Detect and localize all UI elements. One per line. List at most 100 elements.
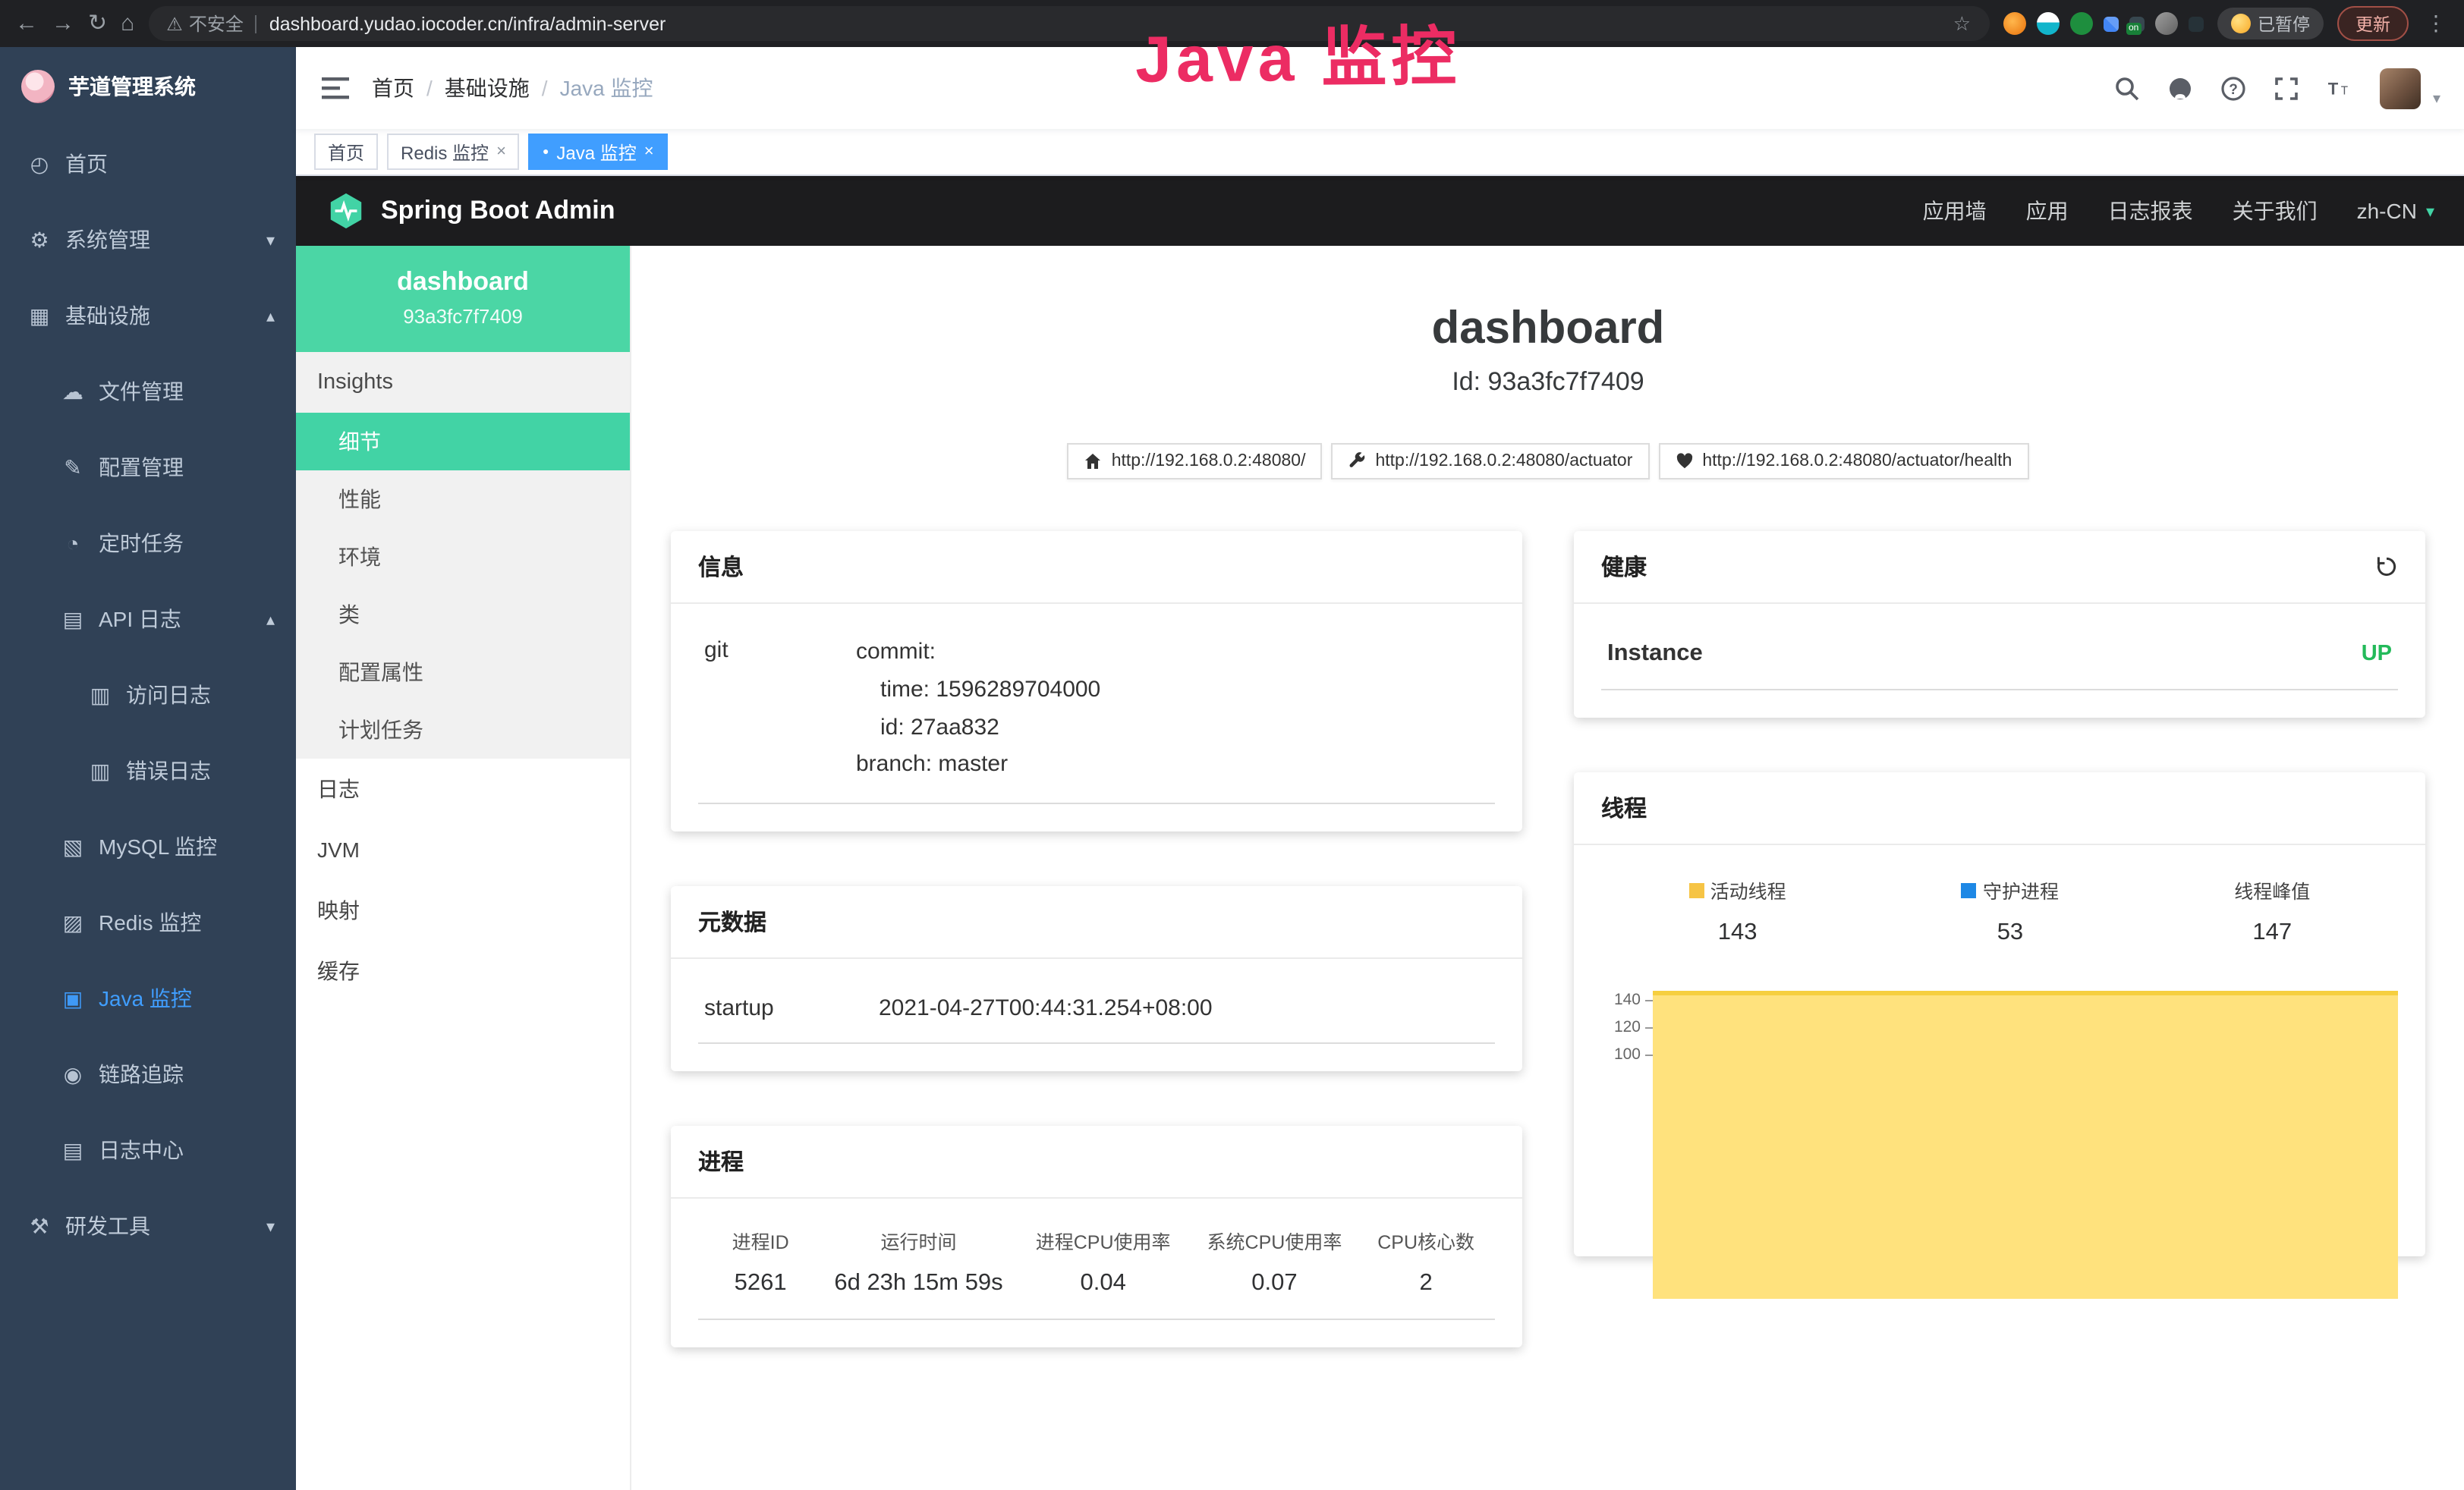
sba-link-journal[interactable]: 日志报表 xyxy=(2108,196,2193,226)
github-icon[interactable] xyxy=(2167,75,2193,101)
sidebar-item-tracing[interactable]: ◉ 链路追踪 xyxy=(0,1036,296,1112)
menu-item-config-props[interactable]: 配置属性 xyxy=(296,643,630,701)
page-subtitle: Id: 93a3fc7f7409 xyxy=(671,367,2425,398)
url-text: dashboard.yudao.iocoder.cn/infra/admin-s… xyxy=(269,13,1941,34)
browser-chrome: ← → ↻ ⌂ ⚠ 不安全 dashboard.yudao.iocoder.cn… xyxy=(0,0,2464,47)
legend-square-yellow xyxy=(1689,882,1704,897)
sba-link-applications[interactable]: 应用 xyxy=(2026,196,2069,226)
user-avatar[interactable] xyxy=(2380,68,2421,108)
health-instance-row: Instance UP xyxy=(1601,628,2398,690)
extension-pin-icon[interactable] xyxy=(2188,16,2203,31)
extensions-area: on xyxy=(2003,12,2203,35)
sba-content: dashboard Id: 93a3fc7f7409 http://192.16… xyxy=(631,246,2464,1490)
gear-icon: ⚙ xyxy=(27,227,52,253)
extension-fox-icon[interactable] xyxy=(2003,12,2025,35)
app-logo[interactable]: 芋道管理系统 xyxy=(0,47,296,126)
sidebar-item-dev-tools[interactable]: ⚒ 研发工具 ▾ xyxy=(0,1188,296,1264)
close-icon[interactable]: × xyxy=(644,143,654,161)
sidebar-item-mysql[interactable]: ▧ MySQL 监控 xyxy=(0,809,296,885)
extension-leaf-icon[interactable] xyxy=(2154,12,2177,35)
threads-card: 线程 活动线程 1 xyxy=(1574,772,2425,1256)
instance-name: dashboard xyxy=(311,267,615,297)
bookmark-star-icon[interactable]: ☆ xyxy=(1953,11,1971,36)
sba-link-about[interactable]: 关于我们 xyxy=(2233,196,2318,226)
sidebar-item-java[interactable]: ▣ Java 监控 xyxy=(0,960,296,1036)
reload-button[interactable]: ↻ xyxy=(88,12,107,35)
sidebar-item-api-log[interactable]: ▤ API 日志 ▴ xyxy=(0,581,296,657)
info-card-title: 信息 xyxy=(698,551,744,583)
service-url-link[interactable]: http://192.168.0.2:48080/ xyxy=(1068,443,1323,479)
sidebar-item-redis[interactable]: ▨ Redis 监控 xyxy=(0,885,296,960)
omnibox-divider xyxy=(256,14,257,33)
extension-grid-icon[interactable] xyxy=(2103,16,2118,31)
sidebar-item-access-log[interactable]: ▥ 访问日志 xyxy=(0,657,296,733)
page-title: dashboard xyxy=(671,303,2425,355)
sidebar-item-infra[interactable]: ▦ 基础设施 ▴ xyxy=(0,278,296,354)
instance-links: http://192.168.0.2:48080/ http://192.168… xyxy=(671,443,2425,479)
menu-item-mappings[interactable]: 映射 xyxy=(296,880,630,941)
history-icon[interactable] xyxy=(2375,555,2398,578)
sidebar-item-system[interactable]: ⚙ 系统管理 ▾ xyxy=(0,202,296,278)
menu-item-classes[interactable]: 类 xyxy=(296,586,630,643)
profile-paused-badge[interactable]: 已暂停 xyxy=(2217,8,2324,39)
sba-locale-select[interactable]: zh-CN ▾ xyxy=(2357,199,2434,223)
profile-face-icon xyxy=(2230,14,2250,33)
forward-button[interactable]: → xyxy=(52,12,74,35)
sidebar-toggle-icon[interactable] xyxy=(320,73,351,103)
topbar-actions: ? T T ▾ xyxy=(2114,68,2440,108)
menu-item-logs[interactable]: 日志 xyxy=(296,759,630,819)
breadcrumb-current: Java 监控 xyxy=(560,73,653,103)
tab-redis-monitor[interactable]: Redis 监控 × xyxy=(387,134,520,170)
sidebar-item-home[interactable]: ◴ 首页 xyxy=(0,126,296,202)
help-icon[interactable]: ? xyxy=(2220,75,2246,101)
sba-navbar: Spring Boot Admin 应用墙 应用 日志报表 关于我们 zh-CN… xyxy=(296,176,2464,246)
address-bar[interactable]: ⚠ 不安全 dashboard.yudao.iocoder.cn/infra/a… xyxy=(148,6,1989,41)
info-card: 信息 git commit: time: 1596289704000 id: 2 xyxy=(671,531,1522,831)
close-icon[interactable]: × xyxy=(496,143,506,161)
monitor-icon: ▣ xyxy=(61,985,85,1011)
menu-item-scheduled-tasks[interactable]: 计划任务 xyxy=(296,701,630,759)
security-warning[interactable]: ⚠ 不安全 xyxy=(166,11,244,36)
extension-dark-icon[interactable]: on xyxy=(2129,16,2144,31)
menu-item-metrics[interactable]: 性能 xyxy=(296,470,630,528)
back-button[interactable]: ← xyxy=(15,12,38,35)
sba-sidebar: dashboard 93a3fc7f7409 Insights 细节 性能 环境… xyxy=(296,246,631,1490)
font-size-icon[interactable]: T T xyxy=(2327,75,2352,101)
search-icon[interactable] xyxy=(2114,75,2140,101)
app-title: 芋道管理系统 xyxy=(68,71,196,102)
sidebar-item-files[interactable]: ☁ 文件管理 xyxy=(0,354,296,429)
tab-java-monitor[interactable]: ● Java 监控 × xyxy=(529,134,668,170)
menu-item-jvm[interactable]: JVM xyxy=(296,819,630,880)
metadata-row: startup 2021-04-27T00:44:31.254+08:00 xyxy=(698,983,1495,1044)
health-card: 健康 Instance UP xyxy=(1574,531,2425,718)
breadcrumb-home[interactable]: 首页 xyxy=(372,73,414,103)
chrome-update-button[interactable]: 更新 xyxy=(2337,6,2409,41)
health-heart-icon xyxy=(1675,452,1693,470)
home-button[interactable]: ⌂ xyxy=(121,12,134,35)
sba-brand[interactable]: Spring Boot Admin xyxy=(326,191,615,231)
extension-drop-icon[interactable] xyxy=(2036,12,2059,35)
threads-card-title: 线程 xyxy=(1601,792,1647,824)
browser-menu-icon[interactable]: ⋮ xyxy=(2422,11,2450,36)
chart-plot-area xyxy=(1653,986,2398,1229)
actuator-url-link[interactable]: http://192.168.0.2:48080/actuator xyxy=(1331,443,1649,479)
health-url-link[interactable]: http://192.168.0.2:48080/actuator/health xyxy=(1658,443,2028,479)
browser-window: ← → ↻ ⌂ ⚠ 不安全 dashboard.yudao.iocoder.cn… xyxy=(0,0,2464,1490)
tab-home[interactable]: 首页 xyxy=(314,134,378,170)
sidebar-item-jobs[interactable]: ◔ 定时任务 xyxy=(0,505,296,581)
process-card-title: 进程 xyxy=(698,1146,744,1177)
sidebar-item-config[interactable]: ✎ 配置管理 xyxy=(0,429,296,505)
menu-item-details[interactable]: 细节 xyxy=(296,413,630,470)
menu-item-caches[interactable]: 缓存 xyxy=(296,941,630,1001)
document-icon: ▥ xyxy=(88,682,112,708)
warning-icon: ⚠ xyxy=(166,13,183,34)
fullscreen-icon[interactable] xyxy=(2274,75,2299,101)
extension-v-icon[interactable] xyxy=(2069,12,2092,35)
breadcrumb-infra[interactable]: 基础设施 xyxy=(445,73,530,103)
sba-link-wallboard[interactable]: 应用墙 xyxy=(1923,196,1987,226)
legend-daemon-threads: 守护进程 53 xyxy=(1962,875,2059,947)
menu-item-environment[interactable]: 环境 xyxy=(296,528,630,586)
tags-view-bar: 首页 Redis 监控 × ● Java 监控 × xyxy=(296,129,2464,176)
sidebar-item-log-center[interactable]: ▤ 日志中心 xyxy=(0,1112,296,1188)
sidebar-item-error-log[interactable]: ▥ 错误日志 xyxy=(0,733,296,809)
